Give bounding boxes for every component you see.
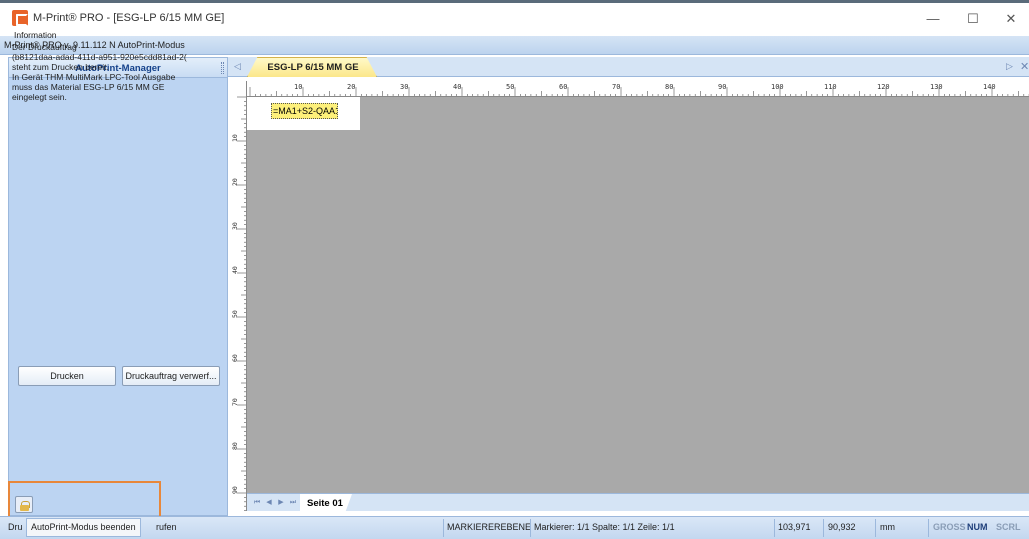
close-button[interactable]: ✕ [996, 9, 1026, 29]
ruler-label: 30 [231, 222, 239, 230]
status-key-gross: GROSS [933, 522, 966, 532]
status-unit: mm [880, 522, 895, 532]
status-left-text: Dru [8, 522, 23, 532]
title-bar: M-Print® PRO - [ESG-LP 6/15 MM GE] — ☐ ✕ [0, 0, 1029, 36]
ruler-label: 60 [231, 354, 239, 362]
app-icon [12, 10, 28, 26]
information-label: Information [14, 30, 57, 40]
document-tabstrip: ◁ ESG-LP 6/15 MM GE ▷ ✕ [228, 57, 1029, 77]
horizontal-ruler: 1020304050607080901001101201301401501601… [246, 81, 1029, 97]
page-tab-label: Seite 01 [307, 498, 343, 509]
status-divider [875, 519, 876, 537]
info-line: In Gerät THM MultiMark LPC-Tool Ausgabe [12, 72, 176, 82]
horizontal-ruler-ticks: 1020304050607080901001101201301401501601… [249, 83, 1029, 96]
status-x-coord: 103,971 [778, 522, 811, 532]
design-canvas[interactable]: =MA1+S2-QAA1 [247, 97, 1029, 493]
ruler-label: 80 [665, 83, 673, 91]
status-divider [823, 519, 824, 537]
ruler-label: 100 [771, 83, 784, 91]
first-page-icon[interactable]: ⏮ [252, 498, 262, 508]
tab-seite-01[interactable]: Seite 01 [300, 494, 352, 511]
window-title: M-Print® PRO - [ESG-LP 6/15 MM GE] [33, 12, 225, 24]
status-key-num: NUM [967, 522, 988, 532]
status-key-scrl: SCRL [996, 522, 1021, 532]
ruler-label: 130 [930, 83, 943, 91]
print-button[interactable]: Drucken [18, 366, 116, 386]
ruler-label: 10 [294, 83, 302, 91]
status-position: Markierer: 1/1 Spalte: 1/1 Zeile: 1/1 [534, 522, 675, 532]
maximize-button[interactable]: ☐ [958, 9, 988, 29]
status-left-text-tail: rufen [156, 522, 177, 532]
status-divider [774, 519, 775, 537]
tooltip-exit-autoprint: AutoPrint-Modus beenden [26, 518, 141, 537]
ruler-label: 50 [506, 83, 514, 91]
ruler-label: 40 [453, 83, 461, 91]
ruler-label: 40 [231, 266, 239, 274]
label-text-field[interactable]: =MA1+S2-QAA1 [271, 103, 338, 119]
info-line: eingelegt sein. [12, 92, 67, 102]
ruler-label: 140 [983, 83, 996, 91]
discard-job-button[interactable]: Druckauftrag verwerf... [122, 366, 220, 386]
tab-scroll-right-icon[interactable]: ▷ [1006, 61, 1013, 72]
vertical-ruler: 10 20 30 40 50 60 70 80 90 [231, 81, 247, 511]
vertical-ruler-ticks: 10 20 30 40 50 60 70 80 90 [231, 96, 246, 511]
tab-esg-lp[interactable]: ESG-LP 6/15 MM GE [247, 57, 377, 77]
ruler-label: 30 [400, 83, 408, 91]
info-line: (b8121daa-adad-411d-a951-920e5cdd81ad-2( [12, 52, 187, 62]
next-page-icon[interactable]: ▶ [276, 498, 286, 508]
ruler-label: 50 [231, 310, 239, 318]
information-text: Der Druckauftrag (b8121daa-adad-411d-a95… [12, 42, 222, 172]
minimize-button[interactable]: — [918, 9, 948, 29]
ruler-label: 10 [231, 134, 239, 142]
last-page-icon[interactable]: ⏭ [288, 498, 298, 508]
ruler-label: 60 [559, 83, 567, 91]
ruler-label: 20 [231, 178, 239, 186]
status-divider [443, 519, 444, 537]
ruler-label: 70 [612, 83, 620, 91]
status-divider [530, 519, 531, 537]
ruler-label: 90 [231, 486, 239, 494]
ruler-label: 70 [231, 398, 239, 406]
ruler-label: 110 [824, 83, 837, 91]
close-tab-icon[interactable]: ✕ [1020, 60, 1029, 73]
page-bar: ⏮ ◀ ▶ ⏭ Seite 01 [247, 493, 1029, 511]
info-line: Der Druckauftrag [12, 42, 77, 52]
status-layer: MARKIEREREBENE [447, 522, 532, 532]
tab-scroll-left-icon[interactable]: ◁ [234, 61, 241, 72]
prev-page-icon[interactable]: ◀ [264, 498, 274, 508]
info-line: steht zum Drucken bereit. [12, 62, 109, 72]
status-divider [928, 519, 929, 537]
tab-label: ESG-LP 6/15 MM GE [267, 62, 359, 73]
ruler-label: 80 [231, 442, 239, 450]
label-area[interactable]: =MA1+S2-QAA1 [247, 97, 360, 130]
info-line: muss das Material ESG-LP 6/15 MM GE [12, 82, 165, 92]
ruler-label: 90 [718, 83, 726, 91]
ruler-label: 20 [347, 83, 355, 91]
ruler-label: 120 [877, 83, 890, 91]
status-bar: Dru rufen MARKIEREREBENE Markierer: 1/1 … [0, 516, 1029, 539]
status-y-coord: 90,932 [828, 522, 856, 532]
